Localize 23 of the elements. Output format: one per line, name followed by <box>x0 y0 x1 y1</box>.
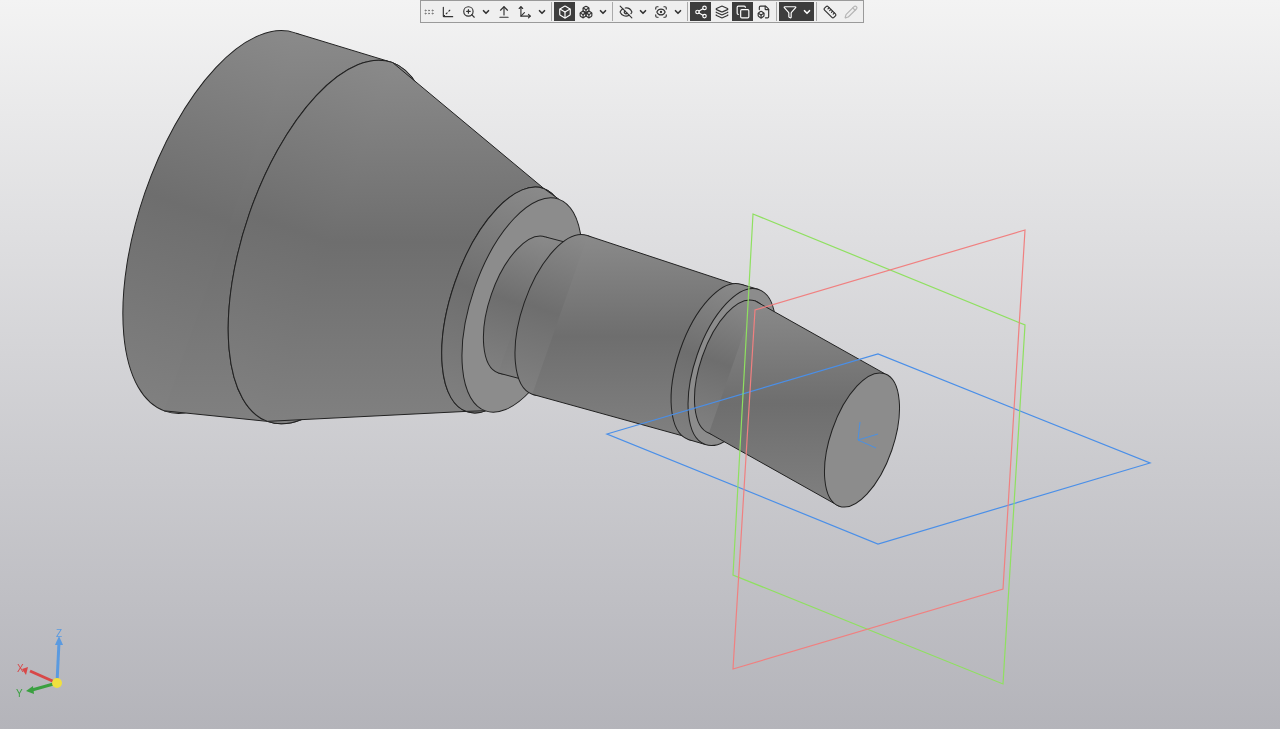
layers-icon <box>714 4 729 19</box>
filter-button[interactable] <box>779 2 800 21</box>
dropdown-button[interactable] <box>800 2 814 21</box>
cube-button[interactable] <box>554 2 575 21</box>
axis-triad-drawing <box>22 636 63 694</box>
axis-label: Z <box>56 628 63 639</box>
filter-icon <box>782 4 797 19</box>
eye-frame-icon <box>653 4 668 19</box>
ruler-icon <box>822 4 837 19</box>
pencil-icon <box>843 4 858 19</box>
hidden-eye-icon <box>618 4 633 19</box>
axis-label: X <box>17 663 24 674</box>
axes-corner-icon <box>440 4 455 19</box>
axis-label: Y <box>16 688 23 699</box>
copy-icon <box>735 4 750 19</box>
nodes-icon <box>693 4 708 19</box>
zoom-icon <box>461 4 476 19</box>
copy-button[interactable] <box>732 2 753 21</box>
file-cube-icon <box>756 4 771 19</box>
nodes-button[interactable] <box>690 2 711 21</box>
arrow-up-icon <box>496 4 511 19</box>
cube-icon <box>557 4 572 19</box>
axes-icon <box>517 4 532 19</box>
